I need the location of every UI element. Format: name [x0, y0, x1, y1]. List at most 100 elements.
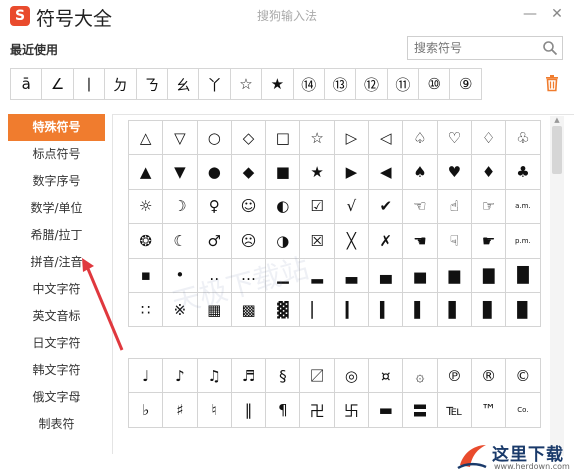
symbol-cell[interactable]: ♡: [437, 121, 472, 156]
symbol-cell[interactable]: ▄: [369, 258, 404, 293]
symbol-cell[interactable]: ۞: [403, 359, 438, 394]
symbol-cell[interactable]: ™: [471, 393, 507, 428]
symbol-cell[interactable]: △: [129, 121, 164, 156]
symbol-cell[interactable]: ♪: [163, 359, 198, 394]
sidebar-item[interactable]: 数学/单位: [8, 195, 105, 222]
symbol-cell[interactable]: ☆: [300, 121, 335, 156]
symbol-cell[interactable]: ☼: [129, 189, 164, 225]
symbol-cell[interactable]: ✗: [369, 224, 404, 259]
symbol-cell[interactable]: ▊: [471, 292, 507, 328]
symbol-cell[interactable]: ∷: [129, 292, 164, 328]
symbol-cell[interactable]: ◐: [266, 189, 301, 225]
symbol-cell[interactable]: ▽: [163, 121, 198, 156]
symbol-cell[interactable]: ▇: [471, 258, 507, 293]
search-box[interactable]: [407, 36, 563, 60]
symbol-cell[interactable]: ☛: [471, 224, 507, 259]
search-icon[interactable]: [542, 40, 558, 56]
symbol-cell[interactable]: ◁: [369, 121, 404, 156]
recent-symbol-cell[interactable]: 丨: [72, 68, 106, 100]
symbol-cell[interactable]: ☒: [300, 224, 335, 259]
symbol-cell[interactable]: ☜: [403, 189, 438, 225]
symbol-cell[interactable]: ‥: [197, 258, 232, 293]
symbol-cell[interactable]: ♣: [506, 155, 541, 190]
symbol-cell[interactable]: ♀: [197, 189, 232, 225]
symbol-cell[interactable]: •: [163, 258, 198, 293]
symbol-cell[interactable]: ◇: [231, 121, 267, 156]
recent-symbol-cell[interactable]: ☆: [229, 68, 263, 100]
symbol-cell[interactable]: ©: [506, 359, 541, 394]
recent-symbol-cell[interactable]: ㄉ: [104, 68, 137, 100]
symbol-cell[interactable]: ▂: [300, 258, 335, 293]
symbol-cell[interactable]: ◑: [266, 224, 301, 259]
symbol-cell[interactable]: ♭: [129, 393, 164, 428]
symbol-cell[interactable]: ♧: [506, 121, 541, 156]
symbol-cell[interactable]: ☞: [471, 189, 507, 225]
symbol-cell[interactable]: ●: [197, 155, 232, 190]
recent-symbol-cell[interactable]: ㄋ: [135, 68, 168, 100]
symbol-cell[interactable]: ○: [197, 121, 232, 156]
symbol-cell[interactable]: 卍: [300, 393, 335, 428]
symbol-cell[interactable]: ☽: [163, 189, 198, 225]
symbol-cell[interactable]: ♂: [197, 224, 232, 259]
symbol-cell[interactable]: ®: [471, 359, 507, 394]
recent-symbol-cell[interactable]: ⑩: [418, 68, 451, 100]
symbol-cell[interactable]: ◆: [231, 155, 267, 190]
symbol-cell[interactable]: ▌: [403, 292, 438, 328]
sidebar-item[interactable]: 希腊/拉丁: [8, 222, 105, 249]
symbol-cell[interactable]: p.m.: [506, 224, 541, 259]
recent-symbol-cell[interactable]: ㄠ: [166, 68, 200, 100]
symbol-cell[interactable]: ▩: [231, 292, 267, 328]
symbol-cell[interactable]: ℡: [437, 393, 472, 428]
recent-symbol-cell[interactable]: ⑭: [292, 68, 325, 100]
symbol-cell[interactable]: §: [266, 359, 301, 394]
symbol-cell[interactable]: ▎: [334, 292, 370, 328]
symbol-cell[interactable]: ▬: [369, 393, 404, 428]
symbol-cell[interactable]: ♦: [471, 155, 507, 190]
sidebar-item[interactable]: 韩文字符: [8, 357, 105, 384]
recent-symbol-cell[interactable]: 丫: [198, 68, 231, 100]
symbol-cell[interactable]: ✔: [369, 189, 404, 225]
symbol-cell[interactable]: ♠: [403, 155, 438, 190]
symbol-cell[interactable]: ▁: [266, 258, 301, 293]
minimize-button[interactable]: —: [521, 6, 539, 22]
symbol-cell[interactable]: ♢: [471, 121, 507, 156]
symbol-cell[interactable]: ♮: [197, 393, 232, 428]
symbol-cell[interactable]: ▶: [334, 155, 370, 190]
symbol-cell[interactable]: ▪: [129, 258, 164, 293]
symbol-cell[interactable]: ♤: [403, 121, 438, 156]
symbol-cell[interactable]: ★: [300, 155, 335, 190]
symbol-cell[interactable]: ♫: [197, 359, 232, 394]
sidebar-item[interactable]: 特殊符号: [8, 114, 105, 141]
symbol-cell[interactable]: 〼: [300, 359, 335, 394]
symbol-cell[interactable]: ▼: [163, 155, 198, 190]
symbol-cell[interactable]: █: [506, 258, 541, 293]
symbol-cell[interactable]: ※: [163, 292, 198, 328]
symbol-cell[interactable]: ■: [266, 155, 301, 190]
symbol-cell[interactable]: ♯: [163, 393, 198, 428]
recent-symbol-cell[interactable]: ★: [261, 68, 294, 100]
symbol-cell[interactable]: ☟: [437, 224, 472, 259]
symbol-cell[interactable]: ¶: [266, 393, 301, 428]
symbol-cell[interactable]: □: [266, 121, 301, 156]
scroll-up-icon[interactable]: ▲: [552, 116, 562, 124]
symbol-cell[interactable]: ▏: [300, 292, 335, 328]
trash-icon[interactable]: [544, 74, 560, 92]
symbol-cell[interactable]: ☝: [437, 189, 472, 225]
symbol-cell[interactable]: 卐: [334, 393, 370, 428]
symbol-cell[interactable]: ♥: [437, 155, 472, 190]
recent-symbol-cell[interactable]: ⑫: [355, 68, 388, 100]
symbol-cell[interactable]: ▋: [437, 292, 472, 328]
symbol-cell[interactable]: ▉: [506, 292, 541, 328]
symbol-cell[interactable]: ‖: [231, 393, 267, 428]
symbol-cell[interactable]: ▆: [437, 258, 472, 293]
sidebar-item[interactable]: 数字序号: [8, 168, 105, 195]
symbol-cell[interactable]: ☑: [300, 189, 335, 225]
recent-symbol-cell[interactable]: ā: [10, 68, 43, 100]
symbol-cell[interactable]: ◀: [369, 155, 404, 190]
scrollbar-thumb[interactable]: [552, 126, 562, 174]
symbol-cell[interactable]: a.m.: [506, 189, 541, 225]
symbol-cell[interactable]: ☺: [231, 189, 267, 225]
recent-symbol-cell[interactable]: ⑬: [323, 68, 357, 100]
search-input[interactable]: [414, 37, 534, 59]
close-button[interactable]: ✕: [548, 6, 566, 22]
